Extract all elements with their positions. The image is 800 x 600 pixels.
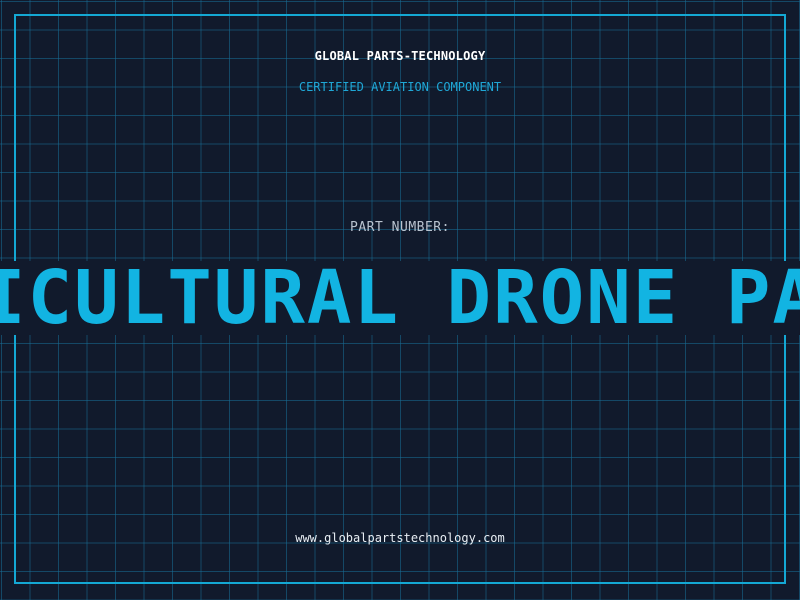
part-number-value: AGRICULTURAL DRONE PARTS — [0, 261, 800, 335]
part-number-label: PART NUMBER: — [350, 220, 450, 235]
label-canvas: GLOBAL PARTS-TECHNOLOGY CERTIFIED AVIATI… — [0, 0, 800, 600]
part-number-banner: AGRICULTURAL DRONE PARTS — [0, 261, 800, 335]
certification-subtitle: CERTIFIED AVIATION COMPONENT — [298, 80, 502, 94]
website-url[interactable]: www.globalpartstechnology.com — [0, 531, 800, 545]
company-name: GLOBAL PARTS-TECHNOLOGY — [314, 49, 486, 63]
